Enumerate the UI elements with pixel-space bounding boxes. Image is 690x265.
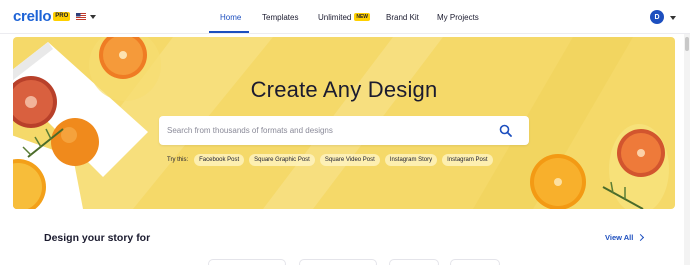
user-avatar[interactable]: D [650, 10, 664, 24]
crello-logo[interactable]: crello PRO [13, 8, 71, 25]
chevron-right-icon [637, 233, 645, 242]
chip-instagram-story[interactable]: Instagram Story [384, 154, 438, 166]
nav-item-my-projects[interactable]: My Projects [437, 0, 479, 34]
page-scrollbar[interactable] [684, 34, 690, 265]
chip-square-video-post[interactable]: Square Video Post [319, 154, 380, 166]
nav-item-label: My Projects [437, 12, 479, 22]
section-title: Design your story for [44, 232, 151, 244]
nav-item-label: Home [220, 12, 242, 22]
nav-item-home[interactable]: Home [220, 0, 241, 34]
account-chevron-down-icon[interactable] [670, 16, 676, 20]
design-search-box[interactable] [159, 116, 529, 145]
nav-item-unlimited[interactable]: Unlimited NEW [318, 0, 371, 34]
hero-banner: Create Any Design Try this: Facebook Pos… [13, 37, 675, 209]
new-badge: NEW [354, 13, 371, 21]
view-all-link[interactable]: View All [605, 233, 645, 242]
format-card[interactable] [299, 259, 377, 265]
format-card[interactable] [389, 259, 439, 265]
nav-item-templates[interactable]: Templates [262, 0, 298, 34]
search-input[interactable] [167, 116, 487, 145]
active-tab-indicator [209, 31, 249, 33]
chip-facebook-post[interactable]: Facebook Post [194, 154, 245, 166]
nav-item-label: Templates [262, 12, 299, 22]
hero-title: Create Any Design [250, 77, 438, 102]
logo-text: crello [13, 8, 52, 25]
format-card[interactable] [208, 259, 286, 265]
try-this-label: Try this: [167, 157, 189, 163]
format-card[interactable] [450, 259, 500, 265]
nav-item-label: Unlimited [318, 12, 352, 22]
suggested-formats-row: Try this: Facebook Post Square Graphic P… [167, 154, 498, 166]
scrollbar-thumb[interactable] [685, 37, 689, 51]
language-chevron-down-icon[interactable] [90, 15, 96, 19]
us-flag-icon[interactable] [76, 13, 86, 20]
avatar-initial: D [654, 13, 660, 21]
nav-item-label: Brand Kit [386, 12, 419, 22]
top-navigation-bar: crello PRO Home Templates Unlimited NEW … [0, 0, 690, 34]
crello-home-page: crello PRO Home Templates Unlimited NEW … [0, 0, 690, 265]
chip-square-graphic-post[interactable]: Square Graphic Post [249, 154, 315, 166]
view-all-label: View All [605, 233, 634, 242]
nav-item-brand-kit[interactable]: Brand Kit [386, 0, 419, 34]
chip-instagram-post[interactable]: Instagram Post [442, 154, 493, 166]
pro-badge: PRO [53, 12, 71, 21]
search-icon[interactable] [499, 124, 512, 137]
